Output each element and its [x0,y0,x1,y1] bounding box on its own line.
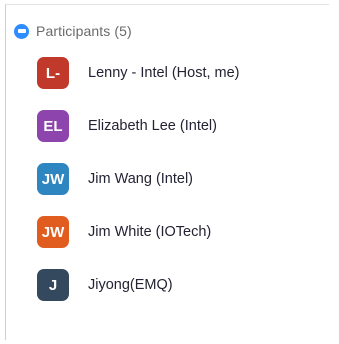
participant-avatar: J [37,269,69,301]
participant-name: Lenny - Intel (Host, me) [88,65,240,81]
participant-avatar: JW [37,163,69,195]
participants-header: Participants (5) [14,21,132,41]
zoom-logo-icon [14,23,29,39]
participant-row[interactable]: J Jiyong(EMQ) [37,269,173,301]
participant-name: Jim White (IOTech) [88,224,212,240]
participant-row[interactable]: JW Jim Wang (Intel) [37,163,193,195]
participant-avatar: EL [37,110,69,142]
participants-title: Participants (5) [36,23,132,39]
participant-row[interactable]: EL Elizabeth Lee (Intel) [37,110,217,142]
participants-panel: Participants (5) L- Lenny - Intel (Host,… [5,4,329,340]
participant-name: Elizabeth Lee (Intel) [88,118,217,134]
participant-row[interactable]: L- Lenny - Intel (Host, me) [37,57,240,89]
participant-avatar: L- [37,57,69,89]
participant-name: Jim Wang (Intel) [88,171,194,187]
participant-avatar: JW [37,216,69,248]
participant-row[interactable]: JW Jim White (IOTech) [37,216,211,248]
participant-name: Jiyong(EMQ) [88,277,173,293]
